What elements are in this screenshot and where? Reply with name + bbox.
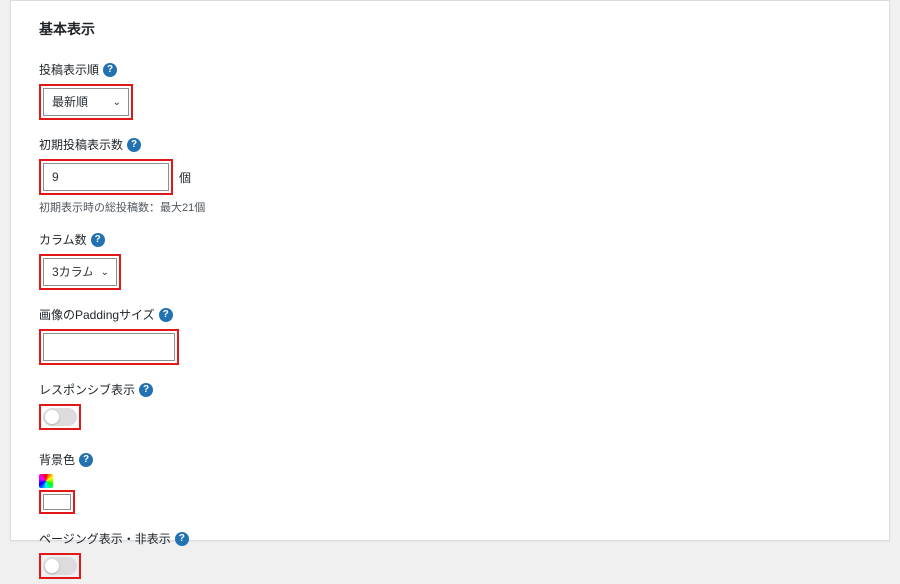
help-icon[interactable]: ? bbox=[103, 63, 117, 77]
field-paging: ページング表示・非表示 ? bbox=[39, 530, 861, 584]
section-title: 基本表示 bbox=[39, 19, 861, 39]
highlight-box bbox=[39, 404, 81, 430]
field-responsive: レスポンシブ表示 ? bbox=[39, 381, 861, 435]
help-icon[interactable]: ? bbox=[127, 138, 141, 152]
label-columns: カラム数 bbox=[39, 231, 87, 248]
help-icon[interactable]: ? bbox=[175, 532, 189, 546]
field-padding: 画像のPaddingサイズ ? bbox=[39, 306, 861, 365]
label-initial-count: 初期投稿表示数 bbox=[39, 136, 123, 153]
label-paging: ページング表示・非表示 bbox=[39, 530, 171, 547]
help-icon[interactable]: ? bbox=[139, 383, 153, 397]
input-padding[interactable] bbox=[43, 333, 175, 361]
toggle-paging[interactable] bbox=[43, 557, 77, 575]
field-columns: カラム数 ? 3カラム ⌄ bbox=[39, 231, 861, 290]
label-responsive: レスポンシブ表示 bbox=[39, 381, 135, 398]
help-icon[interactable]: ? bbox=[91, 233, 105, 247]
highlight-box bbox=[39, 490, 75, 514]
highlight-box bbox=[39, 329, 179, 365]
color-palette-icon[interactable] bbox=[39, 474, 53, 488]
select-columns[interactable]: 3カラム bbox=[43, 258, 117, 286]
help-icon[interactable]: ? bbox=[159, 308, 173, 322]
toggle-responsive[interactable] bbox=[43, 408, 77, 426]
field-post-order: 投稿表示順 ? 最新順 ⌄ bbox=[39, 61, 861, 120]
highlight-box: 3カラム ⌄ bbox=[39, 254, 121, 290]
suffix-unit: 個 bbox=[179, 169, 191, 186]
help-icon[interactable]: ? bbox=[79, 453, 93, 467]
hint-initial-count: 初期表示時の総投稿数：最大21個 bbox=[39, 199, 861, 215]
highlight-box bbox=[39, 553, 81, 579]
label-post-order: 投稿表示順 bbox=[39, 61, 99, 78]
select-post-order[interactable]: 最新順 bbox=[43, 88, 129, 116]
label-padding: 画像のPaddingサイズ bbox=[39, 306, 155, 323]
field-bgcolor: 背景色 ? bbox=[39, 451, 861, 514]
settings-panel: 基本表示 投稿表示順 ? 最新順 ⌄ 初期投稿表示数 ? bbox=[10, 0, 890, 541]
color-input-bgcolor[interactable] bbox=[43, 494, 71, 510]
highlight-box: 最新順 ⌄ bbox=[39, 84, 133, 120]
highlight-box bbox=[39, 159, 173, 195]
label-bgcolor: 背景色 bbox=[39, 451, 75, 468]
field-initial-count: 初期投稿表示数 ? 個 初期表示時の総投稿数：最大21個 bbox=[39, 136, 861, 215]
input-initial-count[interactable] bbox=[43, 163, 169, 191]
